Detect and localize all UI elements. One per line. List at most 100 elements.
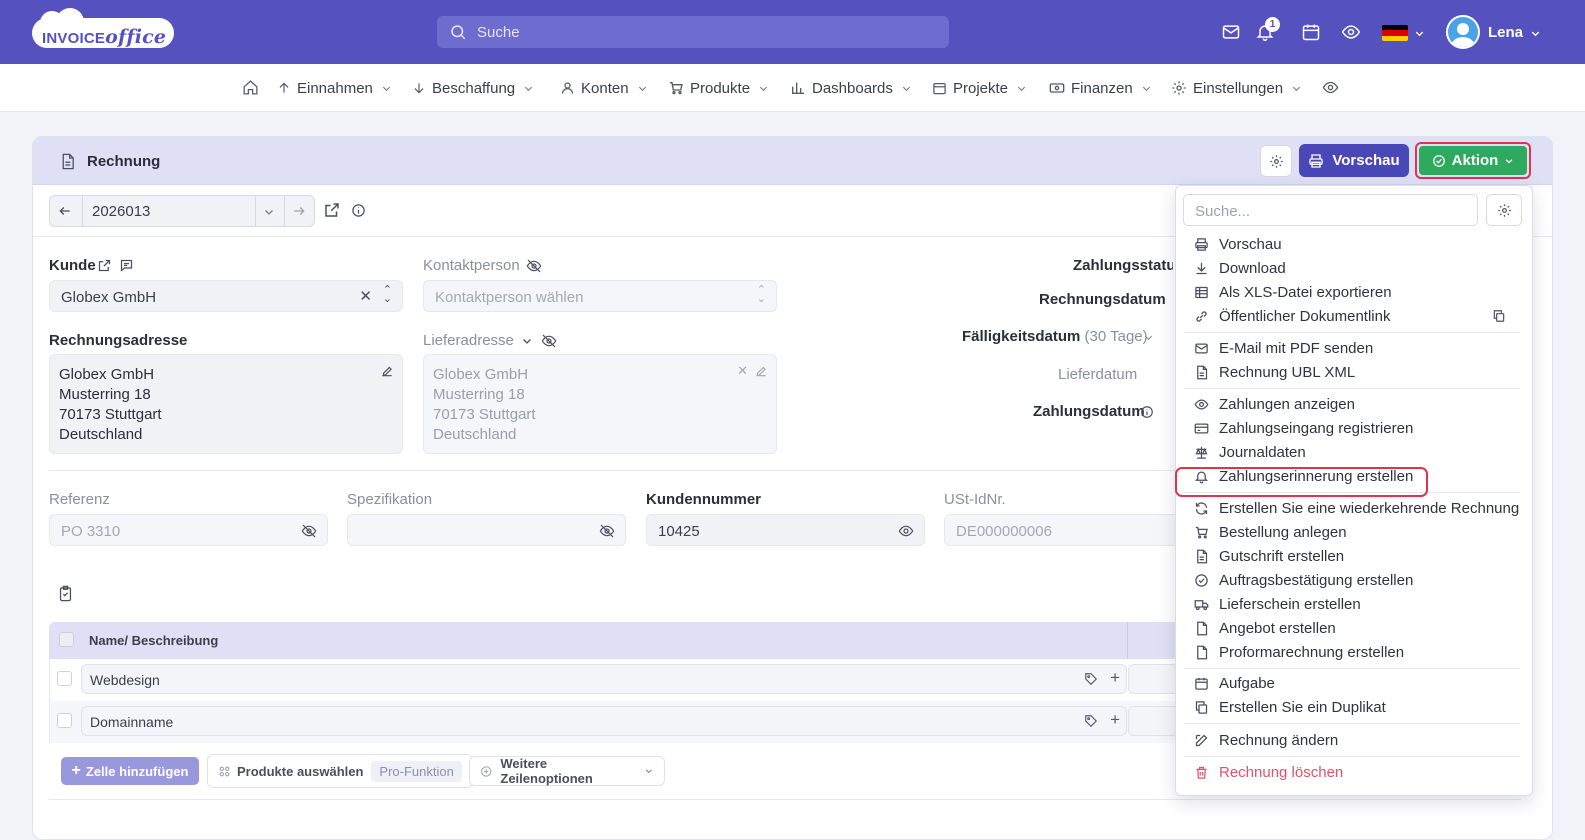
menu-item-delete-invoice[interactable]: Rechnung löschen (1184, 761, 1520, 783)
menu-item-xls-export[interactable]: Als XLS-Datei exportieren (1184, 281, 1520, 303)
info-icon[interactable] (351, 203, 366, 218)
pencil-icon[interactable] (754, 364, 768, 378)
row-checkbox[interactable] (57, 713, 72, 728)
preview-button[interactable]: Vorschau (1299, 144, 1409, 177)
sort-icon[interactable]: ⌃ ⌄ (383, 285, 392, 305)
menu-item-delivery-note[interactable]: Lieferschein erstellen (1184, 593, 1520, 615)
reference-input[interactable]: PO 3310 (49, 514, 328, 546)
menu-item-label: Auftragsbestätigung erstellen (1219, 571, 1414, 589)
eye-icon[interactable] (1341, 22, 1361, 42)
arrow-right-icon[interactable] (292, 204, 306, 218)
menu-item-ubl-xml[interactable]: Rechnung UBL XML (1184, 361, 1520, 383)
select-products-button[interactable]: Produkte auswählen Pro-Funktion (207, 754, 473, 788)
eye-icon[interactable] (1322, 79, 1339, 96)
chevron-down-icon[interactable] (521, 335, 533, 347)
menu-item-email-pdf[interactable]: E-Mail mit PDF senden (1184, 337, 1520, 359)
nav-einstellungen[interactable]: Einstellungen (1171, 78, 1302, 98)
eye-off-icon[interactable] (599, 523, 615, 539)
chevron-down-icon[interactable] (1530, 28, 1541, 39)
select-all-checkbox[interactable] (59, 632, 74, 647)
more-row-options-button[interactable]: Weitere Zeilenoptionen (469, 756, 665, 786)
table-row[interactable]: Domainname + (81, 706, 1127, 736)
top-bar: INVOICEoffice Suche 1 Lena (0, 0, 1585, 64)
eye-off-icon[interactable] (301, 523, 317, 539)
chevron-down-icon (646, 769, 653, 774)
contact-select[interactable]: Kontaktperson wählen ⌃ ⌄ (423, 280, 777, 312)
nav-produkte[interactable]: Produkte (668, 78, 769, 98)
nav-einnahmen[interactable]: Einnahmen (277, 78, 392, 98)
eye-off-icon[interactable] (541, 333, 557, 349)
row-checkbox[interactable] (57, 671, 72, 686)
dropdown-settings-button[interactable] (1486, 194, 1522, 226)
external-link-icon[interactable] (323, 201, 341, 219)
tag-icon[interactable] (1084, 672, 1098, 686)
nav-konten[interactable]: Konten (560, 78, 648, 98)
menu-item-edit-invoice[interactable]: Rechnung ändern (1184, 729, 1520, 751)
page-title: Rechnung (87, 153, 161, 170)
settings-button[interactable] (1260, 145, 1292, 177)
menu-item-duplicate[interactable]: Erstellen Sie ein Duplikat (1184, 696, 1520, 718)
eye-off-icon[interactable] (526, 258, 542, 274)
customer-select[interactable]: Globex GmbH ✕ ⌃ ⌄ (49, 280, 403, 312)
edit-icon[interactable] (97, 258, 112, 273)
mail-icon[interactable] (1221, 22, 1241, 42)
arrow-left-icon[interactable] (58, 204, 72, 218)
menu-item-show-payments[interactable]: Zahlungen anzeigen (1184, 393, 1520, 415)
specification-label: Spezifikation (347, 491, 433, 508)
menu-item-quote[interactable]: Angebot erstellen (1184, 617, 1520, 639)
add-row-button[interactable]: + Zelle hinzufügen (61, 757, 199, 785)
nav-finanzen[interactable]: Finanzen (1049, 78, 1152, 98)
menu-item-task[interactable]: Aufgabe (1184, 672, 1520, 694)
specification-input[interactable] (347, 514, 626, 546)
mail-icon (1195, 343, 1208, 353)
calendar-icon[interactable] (1301, 22, 1321, 42)
more-options-label: Weitere Zeilenoptionen (500, 756, 593, 786)
menu-item-proforma[interactable]: Proformarechnung erstellen (1184, 641, 1520, 663)
menu-item-create-order[interactable]: Bestellung anlegen (1184, 521, 1520, 543)
global-search-input[interactable]: Suche (437, 16, 949, 48)
chevron-down-icon[interactable] (263, 206, 275, 218)
menu-item-public-link[interactable]: Öffentlicher Dokumentlink (1184, 305, 1520, 327)
nav-projekte[interactable]: Projekte (932, 78, 1027, 98)
menu-item-order-confirmation[interactable]: Auftragsbestätigung erstellen (1184, 569, 1520, 591)
language-flag-icon[interactable] (1382, 25, 1408, 41)
card-header: Rechnung Vorschau Aktion (33, 137, 1552, 185)
chevron-down-icon[interactable] (1414, 28, 1425, 39)
menu-item-journal[interactable]: Journaldaten (1184, 441, 1520, 463)
copy-icon[interactable] (1492, 309, 1506, 323)
eye-icon[interactable] (898, 523, 914, 539)
customer-number-input[interactable]: 10425 (646, 514, 925, 546)
clipboard-icon[interactable] (57, 584, 74, 603)
tag-icon[interactable] (1084, 714, 1098, 728)
plus-icon[interactable]: + (1110, 668, 1120, 688)
calendar-icon (1195, 677, 1208, 690)
dropdown-search-input[interactable]: Suche... (1183, 194, 1478, 226)
avatar[interactable] (1446, 15, 1480, 49)
menu-item-download[interactable]: Download (1184, 257, 1520, 279)
nav-beschaffung[interactable]: Beschaffung (412, 78, 534, 98)
info-icon[interactable] (1140, 405, 1154, 419)
sort-icon: ⌃ ⌄ (756, 284, 766, 305)
app-logo[interactable]: INVOICEoffice (32, 8, 177, 50)
plus-icon[interactable]: + (1110, 710, 1120, 730)
comment-icon[interactable] (119, 258, 134, 273)
clear-icon[interactable]: ✕ (359, 287, 372, 305)
billing-address[interactable]: Globex GmbH Musterring 18 70173 Stuttgar… (49, 354, 403, 454)
menu-item-vorschau[interactable]: Vorschau (1184, 233, 1520, 255)
clear-icon[interactable]: ✕ (737, 361, 748, 381)
action-button[interactable]: Aktion (1419, 146, 1527, 175)
nav-dashboards[interactable]: Dashboards (790, 78, 912, 98)
pencil-icon[interactable] (380, 364, 394, 378)
table-row[interactable]: Webdesign + (81, 664, 1127, 694)
home-icon[interactable] (242, 79, 259, 96)
delivery-address[interactable]: Globex GmbH Musterring 18 70173 Stuttgar… (423, 354, 777, 454)
chevron-down-icon (525, 86, 533, 91)
document-number[interactable]: 2026013 (92, 203, 150, 220)
vat-id-input[interactable]: DE000000006 (944, 514, 1204, 546)
nav-label: Beschaffung (432, 79, 516, 97)
menu-item-recurring-invoice[interactable]: Erstellen Sie eine wiederkehrende Rechnu… (1184, 497, 1520, 519)
chevron-down-icon[interactable] (1143, 332, 1154, 343)
user-name[interactable]: Lena (1488, 24, 1523, 41)
menu-item-credit-note[interactable]: Gutschrift erstellen (1184, 545, 1520, 567)
menu-item-register-payment[interactable]: Zahlungseingang registrieren (1184, 417, 1520, 439)
